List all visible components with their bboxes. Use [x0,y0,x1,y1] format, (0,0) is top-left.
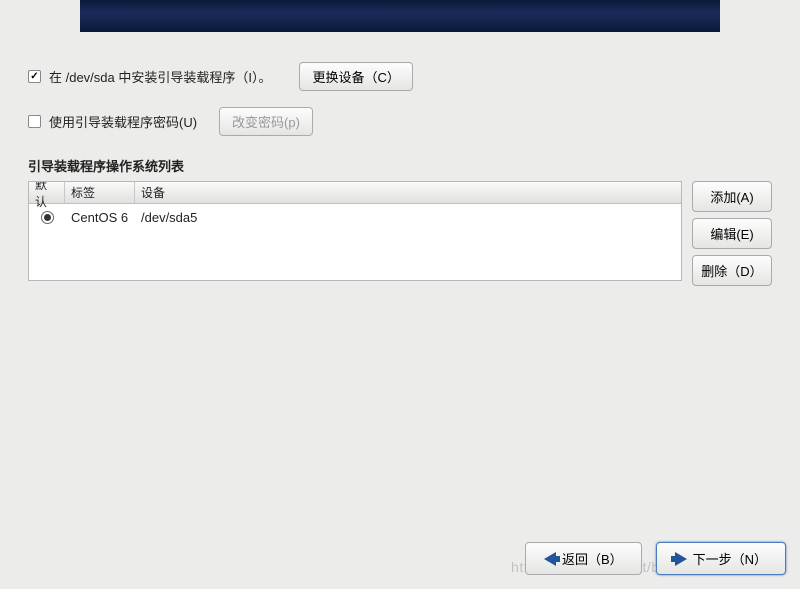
os-list-table: 默认 标签 设备 CentOS 6 /dev/sda5 [28,181,682,281]
back-button-label: 返回（B） [562,549,623,568]
table-header: 默认 标签 设备 [29,182,681,204]
install-bootloader-label: 在 /dev/sda 中安装引导装载程序（I）。 [49,67,271,86]
edit-button[interactable]: 编辑(E) [692,218,772,249]
main-content: 在 /dev/sda 中安装引导装载程序（I）。 更换设备（C） 使用引导装载程… [28,62,772,286]
row-label: CentOS 6 [65,210,135,225]
th-label[interactable]: 标签 [65,182,135,203]
arrow-left-icon [544,552,556,566]
install-bootloader-row: 在 /dev/sda 中安装引导装载程序（I）。 更换设备（C） [28,62,772,91]
install-bootloader-checkbox[interactable] [28,70,41,83]
next-button-label: 下一步（N） [693,549,767,568]
arrow-right-icon [675,552,687,566]
os-list-area: 默认 标签 设备 CentOS 6 /dev/sda5 添加(A) 编辑(E) … [28,181,772,286]
back-button[interactable]: 返回（B） [525,542,642,575]
use-password-checkbox[interactable] [28,115,41,128]
th-device[interactable]: 设备 [135,182,681,203]
delete-button[interactable]: 删除（D） [692,255,772,286]
add-button[interactable]: 添加(A) [692,181,772,212]
th-default[interactable]: 默认 [29,182,65,203]
table-row[interactable]: CentOS 6 /dev/sda5 [29,204,681,230]
side-buttons: 添加(A) 编辑(E) 删除（D） [692,181,772,286]
os-list-title: 引导装载程序操作系统列表 [28,156,772,175]
row-default-radio[interactable] [41,211,54,224]
use-password-label: 使用引导装载程序密码(U) [49,112,197,131]
change-device-button[interactable]: 更换设备（C） [299,62,412,91]
header-banner [80,0,720,32]
use-password-row: 使用引导装载程序密码(U) 改变密码(p) [28,107,772,136]
row-default-radio-cell [29,211,65,224]
footer-nav: 返回（B） 下一步（N） [525,542,786,575]
change-password-button: 改变密码(p) [219,107,313,136]
next-button[interactable]: 下一步（N） [656,542,786,575]
row-device: /dev/sda5 [135,210,681,225]
